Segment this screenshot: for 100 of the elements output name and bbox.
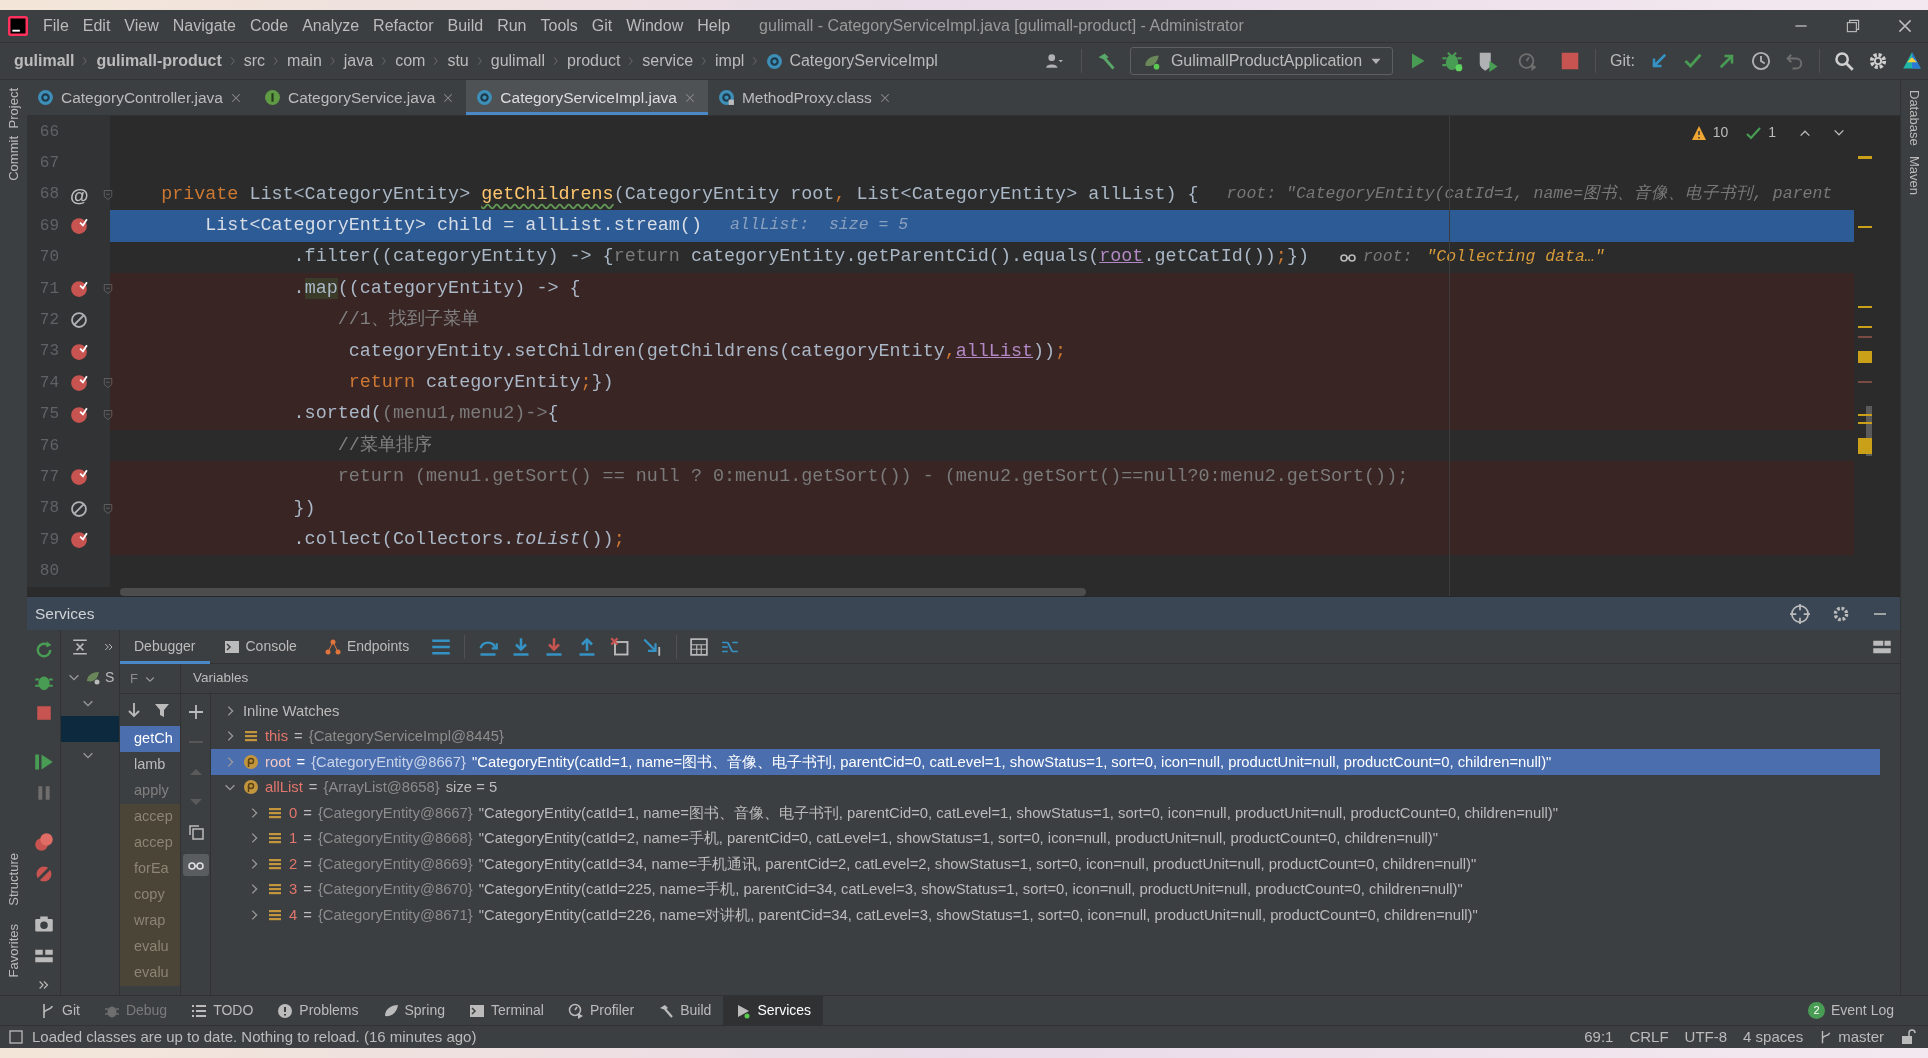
force-step-into-icon[interactable] [544,636,565,657]
breadcrumb-item[interactable]: product [567,49,621,73]
tool-window-button[interactable]: Commit [3,136,24,182]
status-item[interactable]: 4 spaces [1743,1025,1804,1049]
stop-icon[interactable] [34,704,53,722]
menu-item[interactable]: View [117,14,166,38]
fold-icon[interactable] [102,502,114,515]
checkbox-icon[interactable] [8,1029,24,1045]
breadcrumb-item[interactable]: stu [447,49,469,73]
step-into-icon[interactable] [511,636,532,657]
add-icon[interactable] [187,704,204,720]
menu-item[interactable]: Navigate [165,14,243,38]
branch-widget[interactable]: master [1819,1025,1884,1049]
tree-row[interactable]: S [61,664,119,690]
file-tab[interactable]: MethodProxy.class [707,80,903,115]
passed-count[interactable]: 1 [1768,122,1776,143]
bug-icon[interactable] [1441,50,1464,72]
tool-window-tab[interactable]: Git [28,995,92,1026]
menu-item[interactable]: File [36,14,76,38]
search-icon[interactable] [1834,51,1854,71]
variable-row[interactable]: Inline Watches [211,698,1880,724]
breakpoint-icon[interactable] [70,279,88,298]
variable-row[interactable]: 3 = {CategoryEntity@8670} "CategoryEntity(catId=225, name=手机, parentCid=34, catLevel=3, showStatus=1, sort=0, icon=null, productUnit=null, productCount=0, children=null)" [211,876,1880,902]
variable-row[interactable]: 4 = {CategoryEntity@8671} "CategoryEntity(catId=226, name=对讲机, parentCid=34, catLevel=3, showStatus=1, sort=0, icon=null, productUnit=null, productCount=0, children=null)" [211,902,1880,928]
close-icon[interactable] [442,91,455,104]
breakpoints-icon[interactable] [33,832,54,852]
close-icon[interactable] [878,91,891,104]
menu-item[interactable]: Run [490,14,534,38]
tool-window-tab[interactable]: Services [723,995,824,1026]
gutter-symbol[interactable]: @ [70,181,89,211]
breadcrumb-item[interactable]: impl [715,49,745,73]
menu-item[interactable]: Build [440,14,491,38]
coverage-icon[interactable] [1477,50,1500,72]
copy-icon[interactable] [187,824,204,840]
breadcrumb-item[interactable]: com [395,49,426,73]
tool-window-tab[interactable]: Spring [370,995,457,1026]
collapse-all-icon[interactable] [71,638,89,656]
drop-frame-icon[interactable] [610,636,631,657]
filter-icon[interactable] [154,702,170,718]
tool-window-button[interactable]: Favorites [3,923,24,977]
lock-icon[interactable] [1900,1029,1916,1045]
down-arrow-icon[interactable] [126,702,142,718]
rollback-icon[interactable] [1785,51,1805,71]
tool-window-button[interactable]: Project [3,88,24,129]
run-configuration-dropdown[interactable]: GulimallProductApplication [1129,47,1394,75]
menu-item[interactable]: Git [584,14,620,38]
breadcrumb-item[interactable]: gulimall [14,49,75,73]
stack-frame[interactable]: lamb [120,752,180,778]
breakpoint-icon[interactable] [70,468,88,487]
file-tab[interactable]: CategoryServiceImpl.java [466,80,708,115]
event-log-button[interactable]: 2 Event Log [1807,1000,1894,1021]
breadcrumb-item[interactable]: main [287,49,322,73]
menu-item[interactable]: Help [690,14,738,38]
breadcrumb-item[interactable]: CategoryServiceImpl [766,49,938,73]
settings-icon[interactable] [1832,604,1850,623]
more-icon[interactable] [103,641,115,653]
variable-row[interactable]: 2 = {CategoryEntity@8669} "CategoryEntity(catId=34, name=手机通讯, parentCid=2, catLevel=2, showStatus=1, sort=0, icon=null, productUnit=null, productCount=0, children=null)" [211,851,1880,877]
tool-window-tab[interactable]: Terminal [456,995,556,1026]
variable-row[interactable]: 1 = {CategoryEntity@8668} "CategoryEntity(catId=2, name=手机, parentCid=0, catLevel=1, showStatus=1, sort=0, icon=null, productUnit=null, productCount=0, children=null)" [211,825,1880,851]
warning-count[interactable]: 10 [1712,122,1729,143]
menu-item[interactable]: Refactor [366,14,441,38]
resume-icon[interactable] [33,752,54,772]
variable-row[interactable]: root = {CategoryEntity@8667} "CategoryEntity(catId=1, name=图书、音像、电子书刊, parentCid=0, catLevel=1, showStatus=1, sort=0, icon=null, productUnit=null, productCount=0, children=null)" [211,749,1880,775]
history-icon[interactable] [1751,51,1771,71]
plugin-logo[interactable] [1902,51,1922,71]
commit-icon[interactable] [1683,51,1703,71]
menu-item[interactable]: Analyze [295,14,367,38]
frames-selector[interactable]: F [130,668,138,689]
fold-icon[interactable] [102,282,114,295]
breadcrumb-item[interactable]: service [642,49,694,73]
close-icon[interactable] [230,91,242,104]
warning-icon[interactable] [1690,124,1707,141]
evaluate-icon[interactable] [690,637,709,656]
tree-item[interactable]: S [105,666,115,688]
tool-window-button[interactable]: Database [1904,90,1925,146]
breakpoint-icon[interactable] [70,531,88,550]
step-out-icon[interactable] [577,636,598,657]
breadcrumb-item[interactable]: java [343,49,374,73]
breakpoint-icon[interactable] [70,374,88,393]
status-item[interactable]: 69:1 [1584,1025,1614,1049]
scrollbar[interactable] [120,588,1086,596]
fold-icon[interactable] [102,377,114,390]
breadcrumb-item[interactable]: gulimall [490,49,545,73]
restore-icon[interactable] [1844,17,1862,35]
tool-window-button[interactable]: Maven [1904,155,1925,195]
breadcrumb-item[interactable]: gulimall-product [96,49,222,73]
tool-window-tab[interactable]: Problems [265,995,371,1026]
tool-window-tab[interactable]: TODO [179,995,266,1026]
debugger-tab[interactable]: Console [209,629,311,664]
debugger-tab[interactable]: Endpoints [310,629,424,664]
breakpoint-icon[interactable] [70,342,88,361]
status-item[interactable]: CRLF [1629,1025,1669,1049]
mute-breakpoints-icon[interactable] [33,864,54,884]
tool-window-tab[interactable]: Profiler [555,995,647,1026]
menu-item[interactable]: Edit [75,14,118,38]
menu-item[interactable]: Code [242,14,296,38]
stack-frame[interactable]: getCh [120,726,180,752]
crosshair-icon[interactable] [1790,603,1810,624]
breakpoint-icon[interactable] [70,217,88,236]
file-tab[interactable]: CategoryController.java [27,80,254,115]
